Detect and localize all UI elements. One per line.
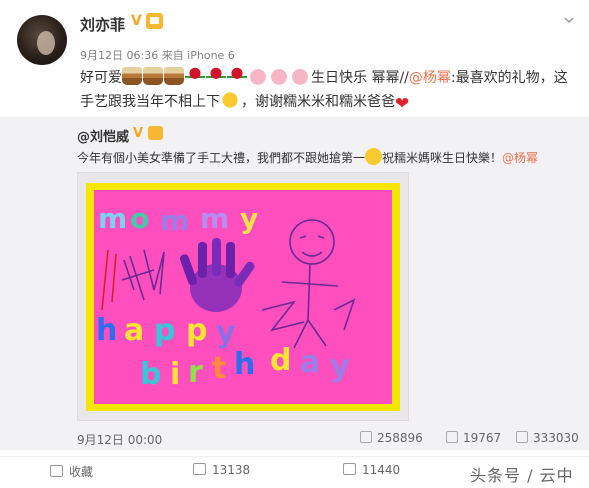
card-letter: a: [124, 313, 144, 348]
card-letter: p: [154, 313, 175, 348]
text-segment: 祝糯米媽咪生日快樂！: [382, 151, 503, 165]
card-letter: a: [300, 345, 320, 380]
card-letter: t: [212, 351, 226, 386]
comment-icon: [343, 463, 356, 475]
text-segment: 手艺跟我当年不相上下: [80, 94, 220, 110]
repost-text: 今年有個小美女準備了手工大禮，我們都不跟她搶第一 祝糯米媽咪生日快樂！@杨幂: [77, 148, 582, 168]
card-letter: m: [200, 202, 229, 235]
text-segment: 生日快乐 幂幂//: [311, 70, 409, 86]
text-segment: 今年有個小美女準備了手工大禮，我們都不跟她搶第一: [77, 151, 366, 165]
card-letter: r: [188, 355, 203, 390]
birthday-card-photo[interactable]: m o m m y h a p p y b i r t h d a y: [77, 172, 409, 421]
card-letter: y: [216, 315, 236, 350]
comment-count: 11440: [362, 463, 401, 477]
share-button[interactable]: 13138: [193, 463, 250, 477]
thumbs-up-icon: [516, 431, 528, 443]
card-paper: m o m m y h a p p y b i r t h d a y: [94, 190, 392, 404]
card-letter: p: [186, 313, 207, 348]
repost-date[interactable]: 9月12日 00:00: [77, 431, 162, 448]
card-letter: m: [160, 204, 189, 237]
pig-emoji-icon: [290, 67, 310, 85]
verified-badge-icon: V: [133, 126, 144, 141]
pig-emoji-icon: [269, 67, 289, 85]
comment-count[interactable]: 19767: [446, 431, 501, 445]
text-segment: :最喜欢的礼物，这: [450, 70, 568, 86]
card-drawing: m o m m y h a p p y b i r t h d a y: [96, 202, 356, 392]
like-count[interactable]: 333030: [516, 431, 579, 445]
member-crown-icon: [148, 126, 163, 140]
card-letter: h: [96, 313, 117, 348]
favorite-button[interactable]: 收藏: [50, 463, 93, 480]
share-count: 13138: [212, 463, 251, 477]
mention-link[interactable]: @杨幂: [502, 151, 538, 165]
chevron-down-icon[interactable]: [563, 14, 575, 26]
favorite-label: 收藏: [69, 465, 94, 479]
card-letter: h: [234, 347, 255, 382]
text-segment: 好可爱: [80, 70, 122, 86]
post-text: 好可爱 生日快乐 幂幂//@杨幂:最喜欢的礼物，这 手艺跟我当年不相上下 ，谢谢糯米…: [80, 66, 580, 114]
card-letter: y: [330, 349, 350, 384]
mention-link[interactable]: @杨幂: [409, 70, 451, 86]
cake-emoji-icon: [143, 67, 163, 85]
sweat-emoji-icon: [220, 91, 240, 109]
tongue-emoji-icon: [365, 148, 383, 165]
card-letter: y: [240, 202, 258, 235]
card-letter: d: [270, 343, 291, 378]
repost-author[interactable]: @刘恺威: [77, 126, 129, 145]
repost-icon: [360, 431, 372, 443]
rose-emoji-icon: [227, 67, 247, 85]
heart-emoji-icon: ❤: [395, 94, 410, 114]
text-segment: ，谢谢糯米米和糯米爸爸: [241, 94, 395, 110]
author-name[interactable]: 刘亦菲: [80, 14, 125, 35]
comment-button[interactable]: 11440: [343, 463, 400, 477]
cake-emoji-icon: [164, 67, 184, 85]
post-meta: 9月12日 06:36 来自 iPhone 6: [80, 49, 235, 62]
member-crown-icon: [146, 13, 163, 29]
cake-emoji-icon: [122, 67, 142, 85]
rose-emoji-icon: [206, 67, 226, 85]
watermark: 头条号 / 云中会: [470, 466, 574, 485]
rose-emoji-icon: [185, 67, 205, 85]
weibo-post: 刘亦菲 V 9月12日 06:36 来自 iPhone 6 好可爱 生日快乐 幂幂…: [0, 0, 589, 488]
like-count-value: 333030: [533, 431, 579, 445]
card-letter: b: [140, 357, 161, 392]
card-letter: m: [98, 202, 127, 235]
comment-icon: [446, 431, 458, 443]
comment-count-value: 19767: [463, 431, 502, 445]
author-avatar[interactable]: [17, 15, 67, 65]
star-icon: [50, 465, 63, 477]
share-icon: [193, 463, 206, 475]
card-letter: o: [130, 202, 149, 235]
reposted-post[interactable]: @刘恺威 V 今年有個小美女準備了手工大禮，我們都不跟她搶第一 祝糯米媽咪生日快樂…: [0, 117, 589, 450]
pig-emoji-icon: [248, 67, 268, 85]
handprint: [179, 238, 255, 312]
card-letter: i: [170, 357, 180, 392]
verified-badge-icon: V: [131, 13, 142, 29]
repost-count-value: 258896: [377, 431, 423, 445]
repost-count[interactable]: 258896: [360, 431, 423, 445]
